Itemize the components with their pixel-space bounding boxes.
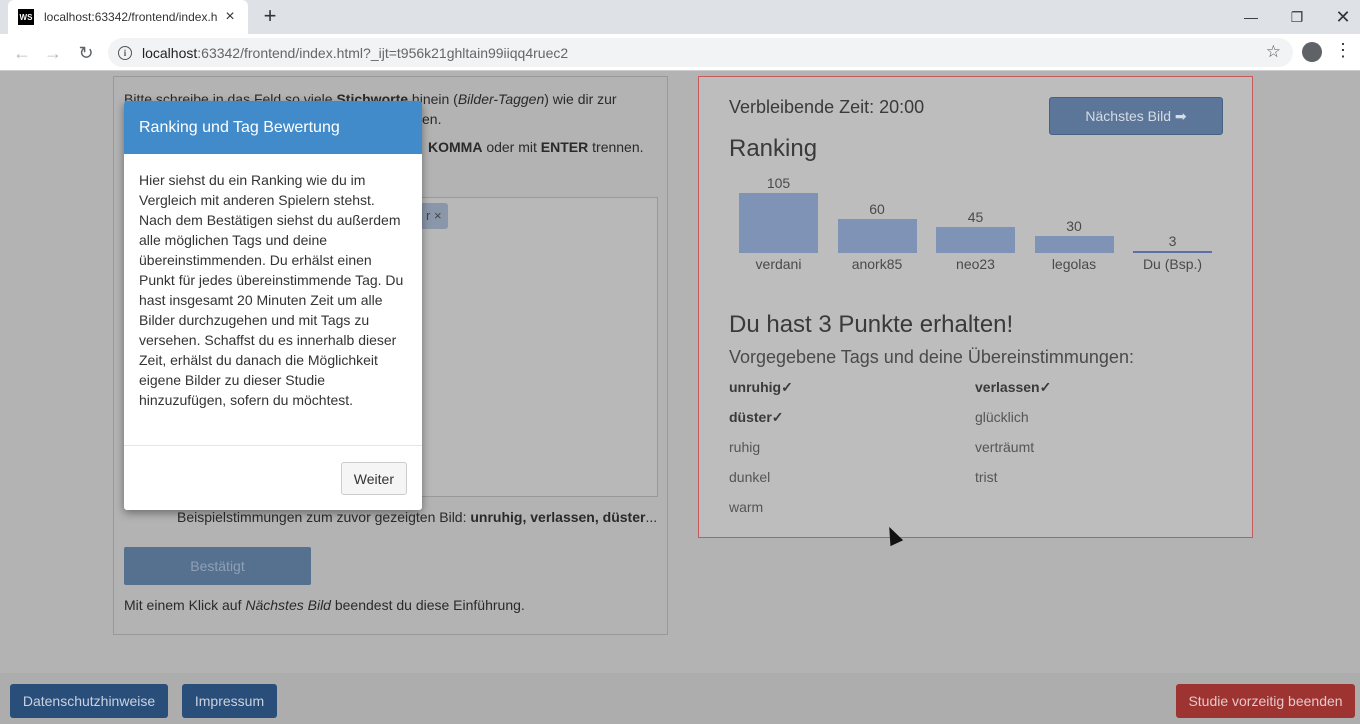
instr-bold: KOMMA	[428, 139, 483, 155]
privacy-button[interactable]: Datenschutzhinweise	[10, 684, 168, 718]
chart-category-label: legolas	[1051, 256, 1097, 272]
chart-bar	[837, 218, 917, 253]
close-window-icon[interactable]: ✕	[1320, 0, 1360, 34]
chart-category-label: verdani	[755, 256, 802, 272]
tag-result: ruhig	[729, 439, 761, 455]
new-tab-icon[interactable]: +	[258, 5, 282, 29]
tag-result: verträumt	[975, 439, 1035, 455]
webstorm-favicon-icon: WS	[18, 9, 34, 25]
modal-footer: Weiter	[124, 446, 422, 510]
chart-data-label: 105	[766, 175, 791, 191]
tag-result: düster✓	[729, 409, 784, 425]
url-host: localhost	[142, 44, 198, 61]
back-icon[interactable]: ←	[9, 40, 35, 66]
ranking-chart: 105 verdani 60 anork85 45 neo23 30 legolas 3 Du (…	[729, 172, 1229, 277]
chart-data-label: 3	[1168, 233, 1177, 249]
footer: Datenschutzhinweise Impressum Studie vor…	[0, 673, 1360, 724]
chart-bar	[739, 193, 818, 253]
ranking-panel: Verbleibende Zeit: 20:00 Nächstes Bild ➡…	[698, 76, 1253, 538]
url-path: :63342/frontend/index.html?_ijt=t956k21g…	[197, 44, 569, 61]
menu-kebab-icon[interactable]: ⋮	[1334, 40, 1352, 61]
points-heading: Du hast 3 Punkte erhalten!	[729, 311, 1014, 338]
tag-chip[interactable]: r ×	[420, 203, 448, 229]
example-text: ...	[645, 509, 658, 525]
hint-text: Mit einem Klick auf	[124, 597, 246, 613]
tag-result: unruhig✓	[729, 379, 793, 395]
example-moods: Beispielstimmungen zum zuvor gezeigten B…	[177, 509, 657, 525]
tags-subtitle: Vorgegebene Tags und deine Übereinstimmu…	[729, 347, 1134, 367]
bookmark-star-icon[interactable]: ☆	[1266, 42, 1281, 62]
next-image-button[interactable]: Nächstes Bild ➡	[1049, 97, 1223, 135]
instr-text: ) wie dir zur	[544, 91, 617, 107]
modal-title: Ranking und Tag Bewertung	[124, 101, 422, 154]
info-icon[interactable]: i	[118, 45, 132, 60]
hint-text: beendest du diese Einführung.	[330, 597, 525, 613]
chart-category-label: neo23	[956, 256, 995, 272]
reload-icon[interactable]: ↻	[73, 40, 99, 66]
tab-title: localhost:63342/frontend/index.h	[44, 10, 218, 24]
tag-result: warm	[729, 499, 764, 515]
example-text: Beispielstimmungen zum zuvor gezeigten B…	[177, 509, 471, 525]
imprint-button[interactable]: Impressum	[182, 684, 277, 718]
minimize-icon[interactable]: —	[1228, 0, 1274, 34]
modal-body: Hier siehst du ein Ranking wie du im Ver…	[124, 154, 422, 446]
chart-bar	[1133, 251, 1212, 253]
chart-bar	[936, 227, 1015, 253]
address-bar[interactable]: i localhost:63342/frontend/index.html?_i…	[108, 38, 1293, 67]
chart-data-label: 60	[869, 200, 885, 217]
browser-tab-bar: WS localhost:63342/frontend/index.h × + …	[0, 0, 1360, 34]
chart-category-label: anork85	[851, 256, 903, 272]
chart-bar	[1034, 235, 1114, 253]
example-bold: unruhig, verlassen, düster	[470, 509, 646, 525]
intro-hint: Mit einem Klick auf Nächstes Bild beende…	[124, 597, 525, 613]
profile-avatar-icon[interactable]	[1302, 42, 1322, 62]
chart-data-label: 30	[1066, 217, 1082, 234]
chart-category-label: Du (Bsp.)	[1142, 256, 1203, 272]
ranking-title: Ranking	[729, 135, 818, 162]
tag-result: glücklich	[975, 409, 1029, 425]
confirm-button[interactable]: Bestätigt	[124, 547, 311, 585]
tab-close-icon[interactable]: ×	[222, 8, 238, 26]
end-study-button[interactable]: Studie vorzeitig beenden	[1176, 684, 1355, 718]
ranking-info-modal: Ranking und Tag Bewertung Hier siehst du…	[124, 101, 422, 510]
tag-result: dunkel	[729, 469, 771, 485]
remaining-time: Verbleibende Zeit: 20:00	[729, 97, 925, 117]
restore-icon[interactable]: ❐	[1274, 0, 1320, 34]
instr-text: trennen.	[588, 139, 644, 155]
instr-bold: ENTER	[540, 139, 589, 155]
tag-result: verlassen✓	[975, 379, 1052, 395]
tag-result: trist	[975, 469, 998, 485]
hint-italic: Nächstes Bild	[245, 597, 331, 613]
continue-button[interactable]: Weiter	[340, 462, 407, 495]
browser-tab[interactable]: WS localhost:63342/frontend/index.h ×	[8, 0, 248, 34]
browser-toolbar: ← → ↻ i localhost:63342/frontend/index.h…	[0, 34, 1360, 71]
instr-italic: Bilder-Taggen	[457, 91, 545, 107]
forward-icon[interactable]: →	[40, 40, 66, 66]
chart-data-label: 45	[967, 209, 984, 226]
instr-text: oder mit	[482, 139, 541, 155]
